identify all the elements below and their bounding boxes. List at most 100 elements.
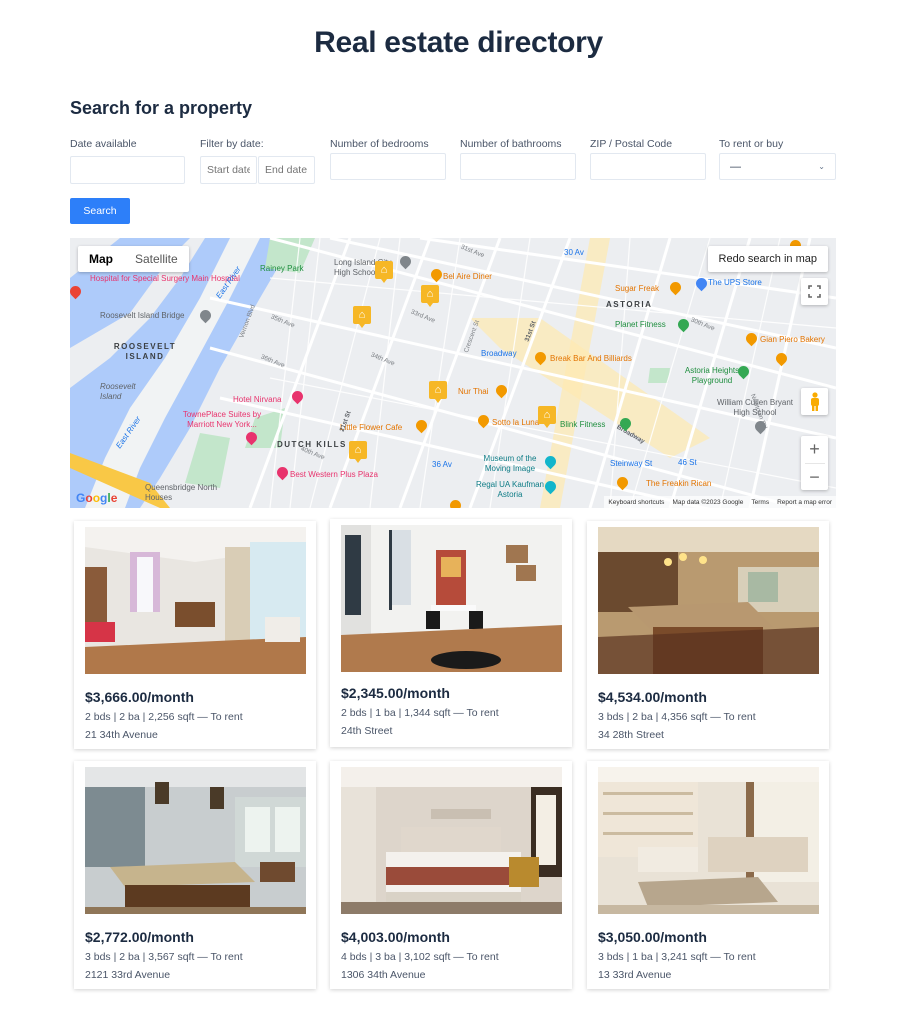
pegman-button[interactable]	[801, 388, 828, 415]
listing-address: 1306 34th Avenue	[341, 969, 426, 981]
listing-price: $3,666.00/month	[85, 689, 194, 705]
listing-card[interactable]: $4,534.00/month 3 bds | 2 ba | 4,356 sqf…	[587, 521, 829, 749]
map-label-blink-fitness[interactable]: Blink Fitness	[560, 420, 605, 429]
listing-price: $2,772.00/month	[85, 929, 194, 945]
filter-by-date-label: Filter by date:	[200, 138, 264, 150]
listing-address: 13 33rd Avenue	[598, 969, 672, 981]
listing-photo-dining-room[interactable]	[341, 525, 562, 672]
date-available-label: Date available	[70, 138, 137, 150]
listing-price: $3,050.00/month	[598, 929, 707, 945]
listing-marker-house-icon[interactable]: ⌂	[538, 406, 556, 428]
map-footer: Keyboard shortcuts Map data ©2023 Google…	[604, 496, 836, 508]
listing-price: $4,534.00/month	[598, 689, 707, 705]
map-label-roosevelt-island-bridge: Roosevelt Island Bridge	[100, 311, 185, 320]
map-label-dutch-kills: DUTCH KILLS	[277, 440, 347, 449]
map-label-best-western[interactable]: Best Western Plus Plaza	[290, 470, 378, 479]
listing-price: $4,003.00/month	[341, 929, 450, 945]
map[interactable]: Hospital for Special Surgery Main Hospit…	[70, 238, 836, 508]
listing-marker-house-icon[interactable]: ⌂	[375, 261, 393, 283]
listing-card[interactable]: $3,050.00/month 3 bds | 1 ba | 3,241 sqf…	[587, 761, 829, 989]
map-label-steinway-st-station[interactable]: Steinway St	[610, 459, 652, 468]
listing-specs: 3 bds | 1 ba | 3,241 sqft — To rent	[598, 951, 756, 963]
map-label-36-av-station[interactable]: 36 Av	[432, 460, 452, 469]
listing-photo-lounge[interactable]	[598, 767, 819, 914]
map-label-sotto-la-luna[interactable]: Sotto la Luna	[492, 418, 539, 427]
bathrooms-label: Number of bathrooms	[460, 138, 562, 150]
listing-card[interactable]: $2,772.00/month 3 bds | 2 ba | 3,567 sqf…	[74, 761, 316, 989]
zoom-out-button[interactable]: −	[804, 463, 825, 490]
date-available-input[interactable]	[70, 156, 185, 184]
listing-address: 2121 33rd Avenue	[85, 969, 171, 981]
listing-marker-house-icon[interactable]: ⌂	[353, 306, 371, 328]
map-label-little-flower-cafe[interactable]: Little Flower Cafe	[340, 423, 402, 432]
zoom-controls: + −	[801, 436, 828, 490]
report-map-error-link[interactable]: Report a map error	[777, 499, 832, 506]
listing-marker-house-icon[interactable]: ⌂	[429, 381, 447, 403]
zip-label: ZIP / Postal Code	[590, 138, 673, 150]
listing-specs: 2 bds | 2 ba | 2,256 sqft — To rent	[85, 711, 243, 723]
map-label-sugar-freak[interactable]: Sugar Freak	[615, 284, 659, 293]
rent-or-buy-label: To rent or buy	[719, 138, 784, 150]
map-label-ups-store[interactable]: The UPS Store	[708, 278, 762, 287]
rent-or-buy-select[interactable]: — ⌄	[719, 153, 836, 180]
map-label-nur-thai[interactable]: Nur Thai	[458, 387, 489, 396]
keyboard-shortcuts-link[interactable]: Keyboard shortcuts	[608, 499, 664, 506]
listing-address: 34 28th Street	[598, 729, 664, 741]
fullscreen-icon	[808, 285, 821, 298]
map-label-hospital[interactable]: Hospital for Special Surgery Main Hospit…	[90, 274, 240, 284]
map-label-regal-ua[interactable]: Regal UA Kaufman Astoria	[475, 480, 545, 500]
listing-address: 21 34th Avenue	[85, 729, 158, 741]
listing-marker-house-icon[interactable]: ⌂	[421, 285, 439, 307]
map-label-freakin-rican[interactable]: The Freakin Rican	[646, 479, 711, 488]
pegman-icon	[810, 391, 819, 411]
map-label-hotel-nirvana[interactable]: Hotel Nirvana	[233, 395, 281, 404]
map-label-broadway-station[interactable]: Broadway	[481, 349, 517, 358]
map-label-rainey-park[interactable]: Rainey Park	[260, 264, 304, 273]
listing-card[interactable]: $3,666.00/month 2 bds | 2 ba | 2,256 sqf…	[74, 521, 316, 749]
map-type-map-button[interactable]: Map	[78, 246, 124, 272]
map-label-roosevelt-island-district: ROOSEVELT ISLAND	[113, 342, 177, 361]
map-label-queensbridge[interactable]: Queensbridge North Houses	[145, 483, 225, 503]
listing-photo-kitchen-island[interactable]	[85, 767, 306, 914]
map-label-break-bar[interactable]: Break Bar And Billiards	[550, 354, 632, 363]
fullscreen-button[interactable]	[801, 278, 828, 305]
google-logo: Google	[76, 491, 118, 505]
listing-photo-bedroom[interactable]	[341, 767, 562, 914]
map-label-lic-high-school[interactable]: Long Island City High School	[334, 258, 404, 278]
start-date-input[interactable]	[200, 156, 257, 184]
map-label-museum-moving-image[interactable]: Museum of the Moving Image	[470, 454, 550, 474]
terms-link[interactable]: Terms	[751, 499, 769, 506]
map-data-attribution: Map data ©2023 Google	[672, 498, 744, 506]
listing-card[interactable]: $2,345.00/month 2 bds | 1 ba | 1,344 sqf…	[330, 519, 572, 747]
redo-search-button[interactable]: Redo search in map	[707, 246, 828, 272]
map-type-toggle: Map Satellite	[78, 246, 189, 272]
map-label-astoria: ASTORIA	[606, 300, 653, 309]
chevron-down-icon: ⌄	[818, 162, 825, 171]
zip-input[interactable]	[590, 153, 706, 180]
listing-specs: 3 bds | 2 ba | 3,567 sqft — To rent	[85, 951, 243, 963]
search-button[interactable]: Search	[70, 198, 130, 224]
end-date-input[interactable]	[258, 156, 315, 184]
page-title: Real estate directory	[314, 26, 603, 59]
listing-marker-house-icon[interactable]: ⌂	[349, 441, 367, 463]
bathrooms-input[interactable]	[460, 153, 576, 180]
map-label-planet-fitness[interactable]: Planet Fitness	[615, 320, 666, 329]
map-label-46-st-station[interactable]: 46 St	[678, 458, 697, 467]
map-label-towneplace-suites[interactable]: TownePlace Suites by Marriott New York..…	[172, 410, 272, 430]
listing-specs: 4 bds | 3 ba | 3,102 sqft — To rent	[341, 951, 499, 963]
listing-photo-kitchen[interactable]	[598, 527, 819, 674]
listing-photo-living-room[interactable]	[85, 527, 306, 674]
listing-card[interactable]: $4,003.00/month 4 bds | 3 ba | 3,102 sqf…	[330, 761, 572, 989]
map-label-bel-aire-diner[interactable]: Bel Aire Diner	[443, 272, 492, 281]
map-label-roosevelt-island-station[interactable]: Roosevelt Island	[100, 382, 150, 402]
map-label-gian-piero-bakery[interactable]: Gian Piero Bakery	[760, 335, 825, 344]
map-label-30-av-station[interactable]: 30 Av	[564, 248, 584, 257]
listing-specs: 3 bds | 2 ba | 4,356 sqft — To rent	[598, 711, 756, 723]
bedrooms-input[interactable]	[330, 153, 446, 180]
zoom-in-button[interactable]: +	[809, 436, 820, 463]
map-type-satellite-button[interactable]: Satellite	[124, 246, 189, 272]
bedrooms-label: Number of bedrooms	[330, 138, 429, 150]
search-section-title: Search for a property	[70, 98, 253, 118]
listing-price: $2,345.00/month	[341, 685, 450, 701]
listing-specs: 2 bds | 1 ba | 1,344 sqft — To rent	[341, 707, 499, 719]
